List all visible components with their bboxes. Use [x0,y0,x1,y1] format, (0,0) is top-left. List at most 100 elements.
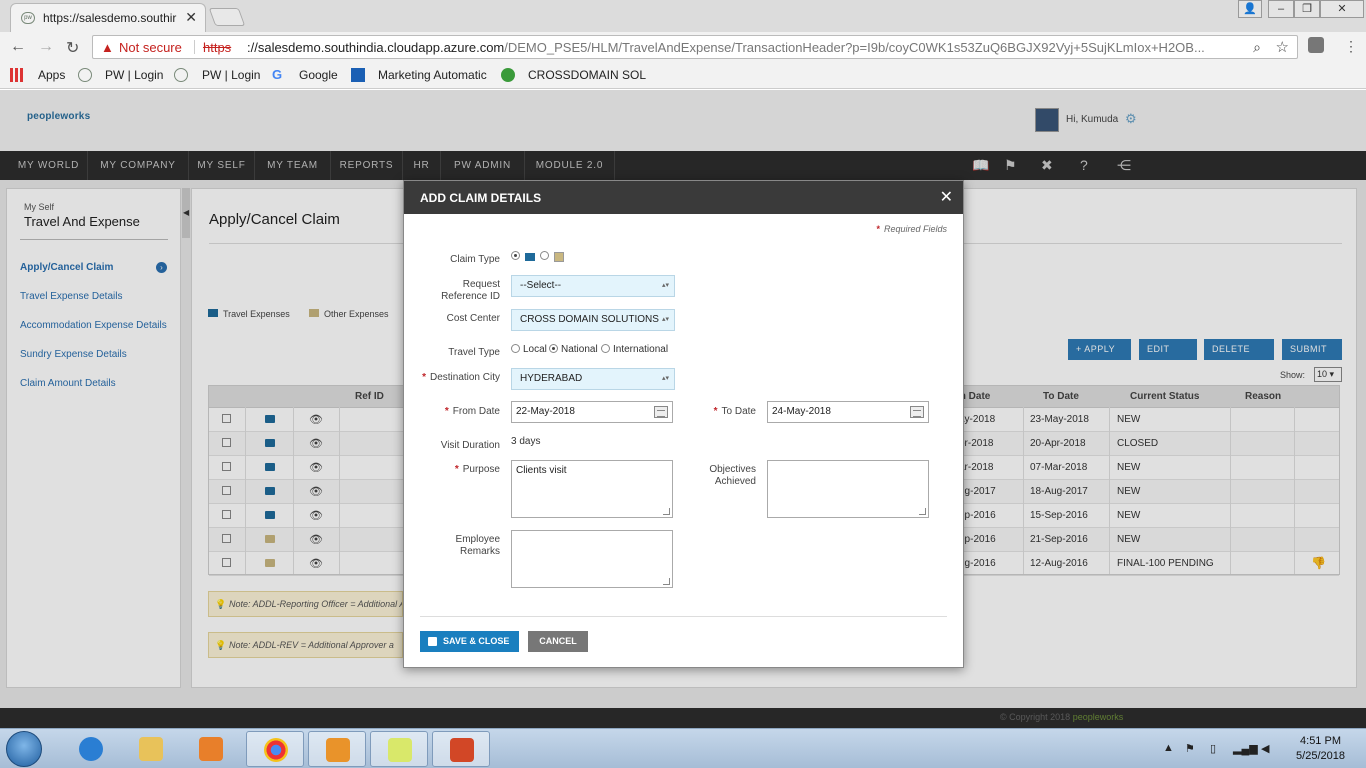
clock-date: 5/25/2018 [1296,750,1345,762]
cost-center-select[interactable]: CROSS DOMAIN SOLUTIONS ▴▾ [511,309,675,331]
tab-favicon-icon: pw [21,12,35,24]
taskbar-powerpoint[interactable] [432,731,490,767]
select-arrows-icon: ▴▾ [661,316,669,323]
taskbar-media-player[interactable] [182,731,240,767]
apps-icon[interactable] [10,68,24,82]
warning-icon: ▲ [101,40,114,55]
travel-type-national-radio[interactable] [549,344,558,353]
objectives-achieved-textarea[interactable] [767,460,929,518]
receipt-icon [554,252,564,262]
claim-type-label: Claim Type [450,254,500,265]
start-button[interactable] [6,731,42,767]
bookmark-apps[interactable]: Apps [38,68,65,82]
taskbar-chrome[interactable] [246,731,304,767]
request-reference-label: Request Reference ID [441,279,500,302]
required-asterisk: * [444,406,449,417]
show-hidden-icons[interactable]: ▲ [1163,742,1174,754]
required-asterisk: * [454,464,459,475]
tab-title: https://salesdemo.southir [43,11,177,25]
bookmark-google[interactable]: Google [299,68,338,82]
from-date-input[interactable]: 22-May-2018 [511,401,673,423]
required-asterisk: * [713,406,718,417]
sticky-notes-icon [388,738,412,762]
minimize-button[interactable]: – [1268,0,1294,18]
reload-icon[interactable]: ↻ [66,38,79,58]
clock-time: 4:51 PM [1300,735,1341,747]
battery-icon[interactable]: ▯ [1210,742,1216,755]
close-icon[interactable]: ✕ [940,187,953,207]
travel-type-local-radio[interactable] [511,344,520,353]
save-close-button[interactable]: SAVE & CLOSE [420,631,519,652]
tab-close-icon[interactable]: ✕ [185,9,197,26]
divider [194,40,195,54]
visit-duration-value: 3 days [511,436,541,447]
to-date-input[interactable]: 24-May-2018 [767,401,929,423]
windows-taskbar: ▲ ⚑ ▯ ▂▄▆ ◀ 4:51 PM 5/25/2018 [0,728,1366,768]
required-asterisk: * [876,224,880,234]
clock[interactable]: 4:51 PM 5/25/2018 [1283,734,1358,764]
to-date-label-text: To Date [721,406,756,417]
action-center-flag-icon[interactable]: ⚑ [1185,742,1195,755]
required-fields-text: Required Fields [883,224,947,234]
cancel-button[interactable]: CANCEL [528,631,588,652]
travel-type-label: Travel Type [448,347,500,358]
internet-explorer-icon [79,737,103,761]
modal-title: ADD CLAIM DETAILS [420,191,542,205]
bookmark-marketing[interactable]: Marketing Automatic [378,68,490,82]
extension-icon[interactable] [1308,37,1324,53]
travel-type-local-label: Local [523,344,547,355]
browser-tab[interactable]: pw https://salesdemo.southir ✕ [10,3,206,32]
window-close-button[interactable]: ✕ [1320,0,1364,18]
bookmark-pw-login-2[interactable]: PW | Login [202,68,260,82]
address-toolbar: ← → ↻ ▲ Not secure https ://salesdemo.so… [0,32,1366,62]
from-date-label-text: From Date [452,406,500,417]
restore-button[interactable]: ❐ [1294,0,1320,18]
url-path: /DEMO_PSE5/HLM/TravelAndExpense/Transact… [504,40,1205,55]
security-label[interactable]: Not secure [119,40,182,55]
purpose-textarea[interactable]: Clients visit [511,460,673,518]
save-icon [428,637,437,646]
outlook-icon [326,738,350,762]
visit-duration-label: Visit Duration [440,440,500,451]
taskbar-internet-explorer[interactable] [62,731,120,767]
objectives-achieved-label: Objectives Achieved [709,464,756,487]
required-fields-note: * Required Fields [876,224,947,234]
modal-header: ADD CLAIM DETAILS ✕ [404,181,963,214]
back-icon[interactable]: ← [10,38,26,56]
destination-city-select[interactable]: HYDERABAD ▴▾ [511,368,675,390]
bookmark-crossdomain[interactable]: CROSSDOMAIN SOL [528,68,646,82]
travel-type-international-label: International [613,344,669,355]
taskbar-file-explorer[interactable] [122,731,180,767]
travel-type-international-radio[interactable] [601,344,610,353]
destination-city-label-text: Destination City [429,372,500,383]
select-arrows-icon: ▴▾ [661,282,669,289]
divider [420,616,947,617]
taskbar-sticky-notes[interactable] [370,731,428,767]
pw-favicon-icon [78,68,92,82]
volume-icon[interactable]: ◀ [1261,742,1269,755]
zoom-icon[interactable]: ⌕ [1253,39,1261,56]
employee-remarks-textarea[interactable] [511,530,673,588]
suitcase-icon [525,253,535,261]
taskbar-outlook[interactable] [308,731,366,767]
claim-type-other-radio[interactable] [540,251,549,260]
bookmark-pw-login-1[interactable]: PW | Login [105,68,163,82]
to-date-value: 24-May-2018 [772,406,831,417]
request-reference-select[interactable]: --Select-- ▴▾ [511,275,675,297]
purpose-value: Clients visit [516,465,567,476]
from-date-label: * From Date [424,406,500,418]
address-bar[interactable]: ▲ Not secure https ://salesdemo.southind… [92,35,1298,59]
profile-icon[interactable]: 👤 [1238,0,1262,18]
calendar-icon[interactable] [910,406,924,418]
bookmark-star-icon[interactable]: ☆ [1276,38,1289,56]
save-close-label: SAVE & CLOSE [443,636,510,646]
url-scheme: https [203,40,232,55]
claim-type-travel-radio[interactable] [511,251,520,260]
new-tab-button[interactable] [208,8,246,26]
forward-icon[interactable]: → [38,38,54,56]
menu-icon[interactable]: ⋮ [1344,38,1358,55]
url-text: ://salesdemo.southindia.cloudapp.azure.c… [247,40,1247,55]
calendar-icon[interactable] [654,406,668,418]
from-date-value: 22-May-2018 [516,406,575,417]
network-icon[interactable]: ▂▄▆ [1233,742,1258,755]
